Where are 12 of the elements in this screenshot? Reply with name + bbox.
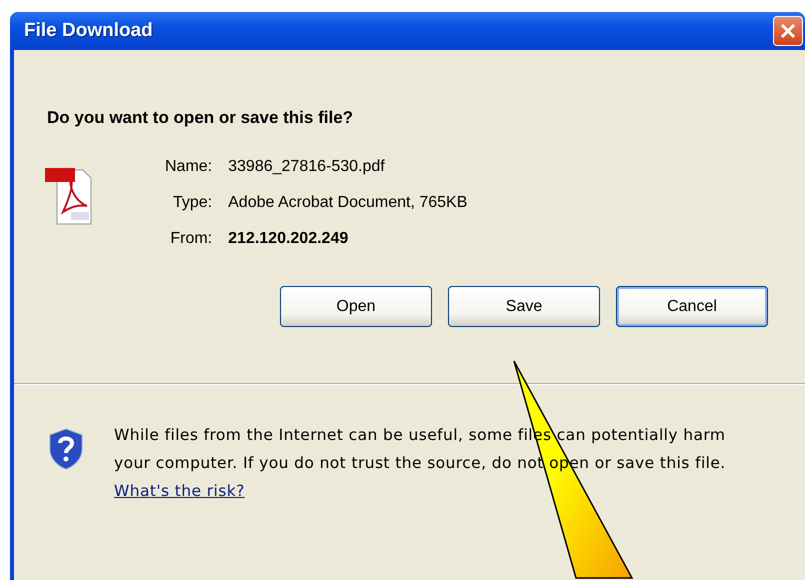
dialog-button[interactable]: Save [448,286,600,327]
dialog-button[interactable]: Cancel [616,286,768,327]
prompt-heading: Do you want to open or save this file? [47,108,354,128]
field-label: Name: [165,158,212,176]
window-title: File Download [24,20,153,42]
field-label: Type: [172,194,212,212]
field-value: Adobe Acrobat Document, 765KB [228,194,468,212]
field-value: 33986_27816-530.pdf [228,158,386,176]
field-label: From: [169,230,212,248]
field-value: 212.120.202.249 [228,230,350,248]
risk-link[interactable]: What's the risk? [114,482,245,500]
dialog-button[interactable]: Open [280,286,432,327]
